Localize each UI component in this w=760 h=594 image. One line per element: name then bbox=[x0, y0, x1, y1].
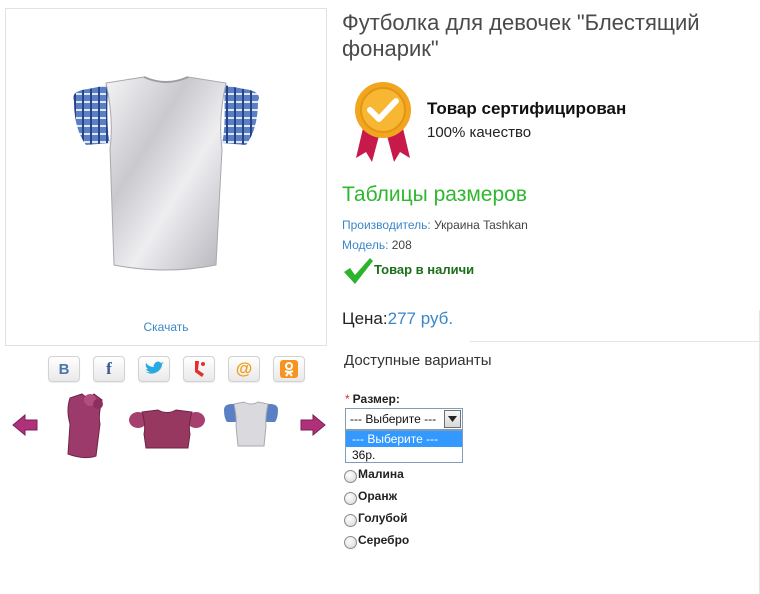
size-option-36[interactable]: 36р. bbox=[346, 447, 462, 463]
manufacturer-value: Украина Tashkan bbox=[430, 218, 528, 232]
in-stock-check-icon bbox=[344, 258, 373, 284]
main-product-image[interactable]: Скачать bbox=[5, 8, 327, 346]
livejournal-share-button[interactable] bbox=[183, 356, 215, 382]
radio-button[interactable] bbox=[344, 536, 357, 549]
radio-button[interactable] bbox=[344, 470, 357, 483]
divider bbox=[470, 341, 760, 342]
odnoklassniki-share-button[interactable] bbox=[273, 356, 305, 382]
required-mark: * bbox=[345, 392, 350, 406]
download-link[interactable]: Скачать bbox=[6, 320, 326, 334]
size-field-label: * Размер: bbox=[345, 392, 400, 406]
size-option-default[interactable]: --- Выберите --- bbox=[346, 431, 462, 447]
facebook-share-button[interactable]: f bbox=[93, 356, 125, 382]
manufacturer-row: Производитель: Украина Tashkan bbox=[342, 218, 528, 232]
thumbnail-raspberry-front[interactable] bbox=[60, 390, 110, 462]
dropdown-button[interactable] bbox=[444, 410, 461, 428]
vk-share-button[interactable]: В bbox=[48, 356, 80, 382]
chevron-down-icon bbox=[448, 416, 457, 422]
color-label: Серебро bbox=[358, 533, 410, 547]
twitter-icon bbox=[145, 361, 164, 374]
mail-ru-icon: @ bbox=[235, 359, 253, 378]
color-label: Оранж bbox=[358, 489, 398, 503]
certified-badge-icon bbox=[355, 82, 411, 162]
product-title: Футболка для девочек "Блестящий фонарик" bbox=[342, 10, 700, 61]
size-tables-link[interactable]: Таблицы размеров bbox=[342, 183, 527, 207]
price-row: Цена:277 руб. bbox=[342, 309, 453, 329]
model-row: Модель: 208 bbox=[342, 238, 412, 252]
size-label-text: Размер: bbox=[352, 392, 400, 406]
size-select[interactable]: --- Выберите --- bbox=[345, 408, 463, 430]
price-value: 277 руб. bbox=[387, 309, 454, 328]
model-value: 208 bbox=[388, 238, 412, 252]
thumbnail-silver[interactable] bbox=[222, 400, 280, 450]
twitter-share-button[interactable] bbox=[138, 356, 170, 382]
silver-tshirt-image bbox=[73, 76, 259, 271]
variants-title: Доступные варианты bbox=[344, 352, 492, 369]
arrow-right-icon[interactable] bbox=[300, 414, 326, 436]
livejournal-icon bbox=[195, 361, 205, 377]
size-select-value: --- Выберите --- bbox=[350, 412, 437, 426]
model-label: Модель: bbox=[342, 238, 389, 252]
thumbnail-raspberry-back[interactable] bbox=[128, 408, 206, 452]
color-label: Малина bbox=[358, 467, 404, 481]
odnoklassniki-icon bbox=[280, 360, 298, 378]
radio-button[interactable] bbox=[344, 492, 357, 505]
stock-status: Товар в наличи bbox=[374, 262, 475, 277]
certified-subtitle: 100% качество bbox=[427, 124, 532, 141]
vk-icon: В bbox=[58, 360, 70, 378]
price-label: Цена: bbox=[342, 309, 388, 328]
size-dropdown-list: --- Выберите --- 36р. bbox=[345, 430, 463, 463]
mailru-share-button[interactable]: @ bbox=[228, 356, 260, 382]
radio-button[interactable] bbox=[344, 514, 357, 527]
manufacturer-label: Производитель: bbox=[342, 218, 431, 232]
facebook-icon: f bbox=[106, 359, 112, 378]
certified-title: Товар сертифицирован bbox=[427, 99, 627, 118]
arrow-left-icon[interactable] bbox=[12, 414, 38, 436]
color-label: Голубой bbox=[358, 511, 408, 525]
thumbnail-carousel bbox=[10, 390, 330, 462]
